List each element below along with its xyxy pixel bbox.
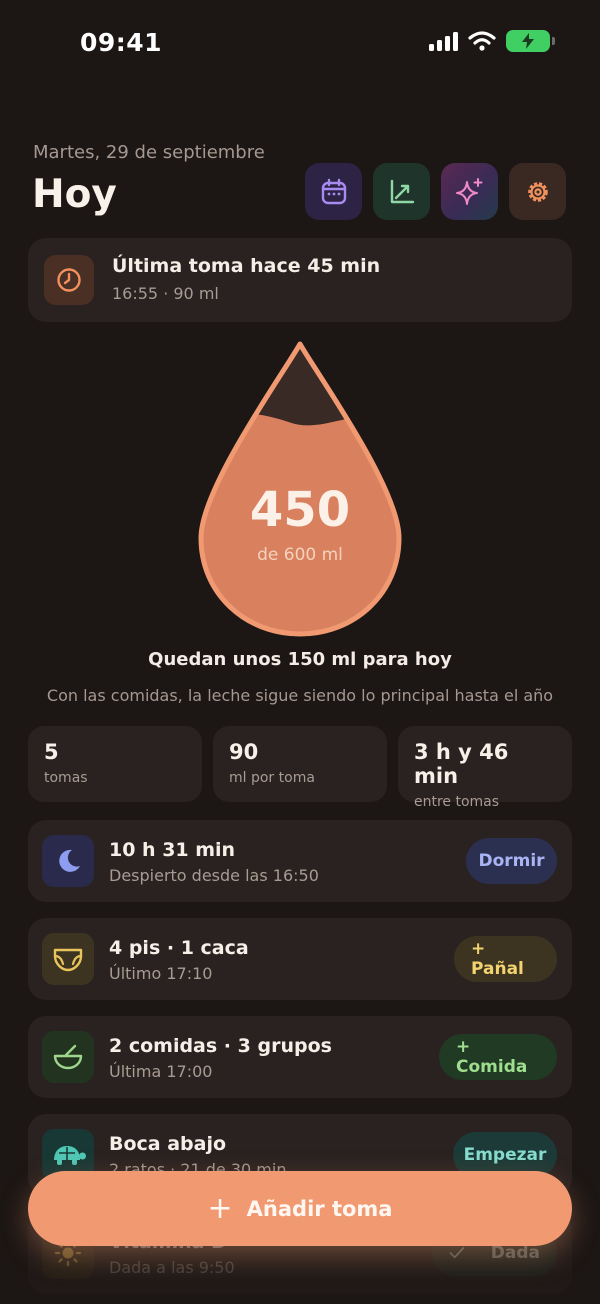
stat-interval: 3 h y 46 min entre tomas [398,726,572,810]
clock-icon [57,268,81,292]
food-badge [42,1031,94,1083]
battery-icon [506,30,555,52]
date-label: Martes, 29 de septiembre [33,142,265,163]
hint-text: Con las comidas, la leche sigue siendo l… [46,686,554,705]
settings-button[interactable] [509,163,566,220]
stat-value: 90 [229,740,259,764]
add-food-button[interactable]: + Comida [439,1034,557,1080]
intake-value: 450 [249,482,351,538]
add-feed-label: Añadir toma [246,1196,393,1221]
food-card[interactable]: 2 comidas · 3 grupos Última 17:00 + Comi… [28,1016,572,1098]
intake-goal: de 600 ml [257,545,343,565]
plus-icon: + [207,1190,233,1226]
diaper-card[interactable]: 4 pis · 1 caca Último 17:10 + Pañal [28,918,572,1000]
sleep-subtitle: Despierto desde las 16:50 [109,866,319,885]
stat-ml-per-feed: 90 ml por toma [213,726,387,802]
tummy-title: Boca abajo [109,1133,227,1155]
sleep-card[interactable]: 10 h 31 min Despierto desde las 16:50 Do… [28,820,572,902]
sleep-badge [42,835,94,887]
assistant-button[interactable] [441,163,498,220]
gear-icon [527,181,548,202]
stat-value: 3 h y 46 min [414,740,509,788]
stat-value: 5 [44,740,59,764]
last-feed-subtitle: 16:55 · 90 ml [112,284,219,303]
calendar-button[interactable] [305,163,362,220]
vitamin-subtitle: Dada a las 9:50 [109,1258,235,1277]
turtle-icon [54,1146,86,1165]
page-title: Hoy [32,172,117,217]
moon-icon [59,849,80,872]
calendar-icon [321,178,346,204]
last-feed-title: Última toma hace 45 min [112,255,381,277]
stats-row: 5 tomas 90 ml por toma 3 h y 46 min entr… [28,726,572,810]
remaining-text: Quedan unos 150 ml para hoy [148,649,452,670]
last-feed-card[interactable]: Última toma hace 45 min 16:55 · 90 ml [28,238,572,322]
status-icons [429,30,555,52]
diaper-subtitle: Último 17:10 [109,964,213,983]
top-actions [305,163,566,220]
vitamin-given-label: Dada [490,1243,540,1263]
chart-icon [390,179,414,203]
status-bar: 09:41 [0,0,600,90]
diaper-title: 4 pis · 1 caca [109,937,249,959]
food-subtitle: Última 17:00 [109,1062,213,1081]
status-time: 09:41 [80,28,163,57]
stat-label: ml por toma [229,770,315,786]
stat-label: entre tomas [414,794,500,810]
diaper-badge [42,933,94,985]
signal-icon [429,31,458,51]
add-feed-button[interactable]: + Añadir toma [28,1171,572,1246]
food-title: 2 comidas · 3 grupos [109,1035,332,1057]
checkmark-icon [449,1247,465,1259]
sleep-button[interactable]: Dormir [466,838,557,884]
clock-badge [44,255,94,305]
wifi-icon [468,31,496,51]
sleep-title: 10 h 31 min [109,839,236,861]
stat-feeds: 5 tomas [28,726,202,802]
bowl-icon [53,1044,83,1070]
diaper-icon [53,948,83,972]
add-diaper-button[interactable]: + Pañal [454,936,557,982]
stat-label: tomas [44,770,88,786]
sparkles-icon [455,177,482,205]
stats-button[interactable] [373,163,430,220]
